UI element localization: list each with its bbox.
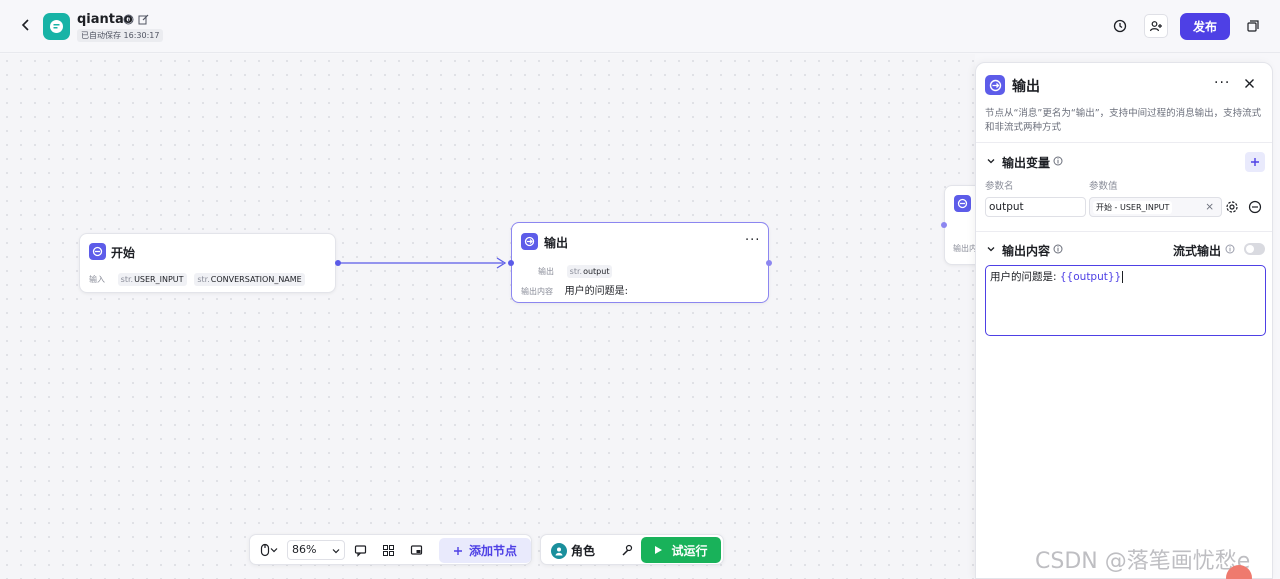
output-content-editor[interactable]: 用户的问题是: {{output}} [985,265,1266,336]
text-cursor [1122,271,1124,283]
divider [976,231,1272,232]
add-variable-button[interactable] [1245,152,1265,172]
canvas-toolbar: 86% 添加节点 [249,534,532,565]
role-button[interactable]: 角色 [551,542,595,559]
variables-info-icon[interactable] [1053,156,1063,166]
output-node-title: 输出 [544,236,569,250]
input-tag-user-input: str.USER_INPUT [117,273,187,286]
start-node[interactable]: 开始 输入 str.USER_INPUT str.CONVERSATION_NA… [79,233,336,293]
comment-icon[interactable] [352,542,368,558]
collaborators-icon[interactable] [1144,14,1168,38]
add-node-button[interactable]: 添加节点 [439,538,531,563]
output-var-tag: str.output [566,265,613,278]
partial-node-icon [954,195,971,212]
zoom-value: 86% [292,543,317,556]
streaming-info-icon[interactable] [1225,244,1235,254]
streaming-toggle[interactable] [1244,243,1265,255]
output-var-label: 输出 [538,267,554,276]
publish-button[interactable]: 发布 [1180,13,1230,40]
streaming-label: 流式输出 [1173,244,1222,258]
play-icon [655,546,663,554]
close-icon[interactable] [1244,78,1255,92]
output-node-in-port[interactable] [508,260,514,266]
output-node[interactable]: 输出 ··· 输出 str.output 输出内容 用户的问题是: [511,222,769,303]
start-node-icon [89,243,106,260]
watermark: CSDN @落笔画忧愁e [1035,549,1251,574]
output-node-content: 输出内容 用户的问题是: [521,282,628,297]
partial-node-label: 输出内 [953,244,977,253]
collapse-caret-icon[interactable] [986,156,996,166]
panel-output-icon [985,75,1005,95]
more-icon[interactable]: ··· [745,233,760,248]
trial-run-label: 试运行 [671,543,708,558]
variables-section-title: 输出变量 [1002,156,1051,170]
plus-icon [453,546,462,555]
param-value-select[interactable]: 开始 - USER_INPUT × [1089,197,1222,217]
output-node-vars: 输出 str.output [538,263,616,278]
zoom-select[interactable]: 86% [287,540,345,560]
param-name-label: 参数名 [985,181,1014,192]
start-node-title: 开始 [111,246,136,260]
output-node-icon [521,233,538,250]
plus-icon [1251,158,1259,166]
output-content-value: 用户的问题是: [564,286,629,297]
zoom-chevron-icon [332,549,340,554]
grid-layout-icon[interactable] [380,542,396,558]
content-section-title: 输出内容 [1002,244,1051,258]
panel-more-icon[interactable]: ··· [1214,75,1230,91]
add-node-label: 添加节点 [468,544,517,558]
wrench-icon[interactable] [618,542,634,558]
start-node-out-port[interactable] [335,260,341,266]
partial-node-in-port[interactable] [941,222,947,228]
collapse-caret-icon[interactable] [986,244,996,254]
panel-description: 节点从“消息”更名为“输出”，支持中间过程的消息输出，支持流式和非流式两种方式 [985,108,1262,133]
start-node-inputs: 输入 str.USER_INPUT str.CONVERSATION_NAME [89,271,309,286]
trial-run-button[interactable]: 试运行 [641,537,721,563]
content-text: 用户的问题是: [990,271,1060,283]
copy-icon[interactable] [1241,14,1265,38]
panel-title: 输出 [1012,79,1040,95]
history-icon[interactable] [1108,14,1132,38]
param-value-ref: 开始 - USER_INPUT [1093,201,1173,214]
node-config-panel: 输出 ··· 节点从“消息”更名为“输出”，支持中间过程的消息输出，支持流式和非… [975,62,1273,579]
minimap-icon[interactable] [408,542,424,558]
input-tag-conversation-name: str.CONVERSATION_NAME [194,273,305,286]
settings-icon[interactable] [1225,200,1239,214]
output-content-label: 输出内容 [521,287,553,296]
run-toolbar: 角色 试运行 [540,534,724,565]
clear-icon[interactable]: × [1205,198,1214,216]
start-input-label: 输入 [89,275,105,284]
chevron-down-icon[interactable] [269,542,279,558]
role-avatar-icon [551,542,567,559]
content-variable: {{output}} [1059,271,1122,283]
param-value-label: 参数值 [1089,181,1118,192]
content-info-icon[interactable] [1053,244,1063,254]
role-label: 角色 [571,544,596,558]
param-name-input[interactable]: output [985,197,1086,217]
output-node-out-port[interactable] [766,260,772,266]
divider [976,142,1272,143]
remove-variable-icon[interactable] [1248,200,1262,214]
